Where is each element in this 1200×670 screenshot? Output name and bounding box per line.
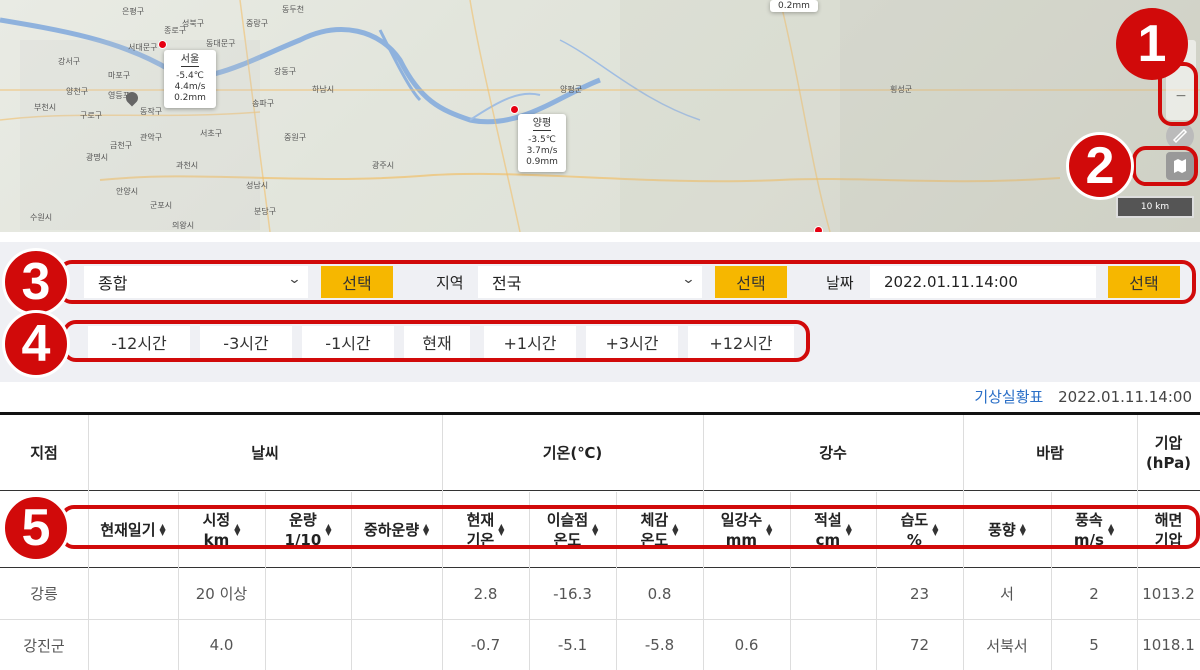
city-label: 중랑구 xyxy=(246,19,269,28)
station-card-seoul[interactable]: 서울 -5.4℃ 4.4m/s 0.2mm xyxy=(164,50,216,108)
station-temp: -3.5℃ xyxy=(528,135,556,145)
station-cell[interactable]: 강릉 xyxy=(0,568,88,619)
city-label: 강서구 xyxy=(58,57,81,66)
table-cell: 2.8 xyxy=(473,584,498,603)
annotation-badge-2: 2 xyxy=(1066,132,1134,200)
station-cell[interactable]: 강진군 xyxy=(0,620,88,670)
annotation-ring-2 xyxy=(1132,146,1198,186)
table-cell: 20 이상 xyxy=(195,585,248,603)
header-weather: 날씨 xyxy=(251,444,279,462)
annotation-badge-3: 3 xyxy=(2,248,70,316)
annotation-ring-4 xyxy=(62,320,810,362)
map-scale: 10 km xyxy=(1116,196,1194,218)
annotation-ring-3 xyxy=(58,260,1196,304)
table-cell: 23 xyxy=(909,584,930,603)
table-cell: 72 xyxy=(909,636,930,654)
station-name: 양평 xyxy=(532,118,552,131)
table-cell: 1018.1 xyxy=(1142,636,1195,654)
table-cell: 0.8 xyxy=(647,584,672,603)
city-label: 동작구 xyxy=(140,107,163,116)
header-pressure: 기압 (hPa) xyxy=(1145,433,1192,472)
annotation-badge-1: 1 xyxy=(1116,8,1188,80)
weather-status-link[interactable]: 기상실황표 xyxy=(974,388,1043,406)
city-label: 서초구 xyxy=(200,129,223,138)
station-card-yangpyeong[interactable]: 양평 -3.5℃ 3.7m/s 0.9mm xyxy=(518,114,566,172)
city-label: 부천시 xyxy=(34,103,57,112)
city-label: 은평구 xyxy=(122,7,145,16)
station-rain: 0.2mm xyxy=(174,93,206,103)
city-label: 송파구 xyxy=(252,99,275,108)
header-precipitation: 강수 xyxy=(819,444,847,462)
table-cell: 서북서 xyxy=(986,636,1028,655)
station-pin[interactable] xyxy=(158,40,167,49)
row-divider xyxy=(0,490,1200,491)
table-cell: 서 xyxy=(1000,585,1014,603)
city-label: 안양시 xyxy=(116,187,139,196)
city-label: 수원시 xyxy=(30,213,53,222)
city-label: 양평군 xyxy=(560,85,583,94)
city-label: 분당구 xyxy=(254,207,277,216)
station-name: 서울 xyxy=(180,54,200,67)
table-caption: 기상실황표 2022.01.11.14:00 xyxy=(974,386,1192,407)
station-card-partial[interactable]: 0.2mm xyxy=(770,0,818,12)
header-station: 지점 xyxy=(30,444,58,462)
header-wind: 바람 xyxy=(1036,444,1064,462)
station-temp: -5.4℃ xyxy=(176,71,204,81)
city-label: 금천구 xyxy=(110,141,133,150)
annotation-badge-4: 4 xyxy=(2,310,70,378)
city-label: 종로구 xyxy=(164,26,187,35)
city-label: 중원구 xyxy=(284,133,307,142)
table-cell: 0.6 xyxy=(734,636,759,654)
table-cell: 4.0 xyxy=(209,636,234,654)
station-wind: 4.4m/s xyxy=(174,82,206,92)
table-cell: 5 xyxy=(1089,636,1099,654)
header-temperature: 기온(℃) xyxy=(542,444,603,462)
city-label: 양천구 xyxy=(66,87,89,96)
weather-map[interactable]: 은평구 성북구 중랑구 동두천 종로구 서대문구 동대문구 강서구 마포구 양천… xyxy=(0,0,1200,232)
city-label: 관악구 xyxy=(140,133,163,142)
annotation-badge-5: 5 xyxy=(2,494,70,562)
caption-timestamp: 2022.01.11.14:00 xyxy=(1058,388,1192,406)
city-label: 성남시 xyxy=(246,181,269,190)
city-label: 군포시 xyxy=(150,201,173,210)
station-pin[interactable] xyxy=(510,105,519,114)
table-cell: -5.1 xyxy=(557,636,588,654)
city-label: 과천시 xyxy=(176,161,199,170)
city-label: 하남시 xyxy=(312,85,335,94)
station-wind: 3.7m/s xyxy=(526,146,558,156)
city-label: 횡성군 xyxy=(890,85,913,94)
city-label: 서대문구 xyxy=(128,43,158,52)
ruler-icon xyxy=(1172,128,1188,144)
city-label: 구로구 xyxy=(80,111,103,120)
table-cell: 2 xyxy=(1089,584,1099,603)
table-cell: -0.7 xyxy=(470,636,501,654)
annotation-ring-5 xyxy=(60,505,1200,549)
city-label: 강동구 xyxy=(274,67,297,76)
city-label: 의왕시 xyxy=(172,221,195,230)
city-label: 마포구 xyxy=(108,71,131,80)
city-label: 광주시 xyxy=(372,161,395,170)
station-pin[interactable] xyxy=(814,226,823,232)
city-label: 광명시 xyxy=(86,153,109,162)
station-rain: 0.9mm xyxy=(526,157,558,167)
table-cell: -16.3 xyxy=(553,584,592,603)
city-label: 동두천 xyxy=(282,5,305,14)
table-cell: -5.8 xyxy=(644,636,675,654)
city-label: 동대문구 xyxy=(206,39,236,48)
table-cell: 1013.2 xyxy=(1142,584,1195,603)
